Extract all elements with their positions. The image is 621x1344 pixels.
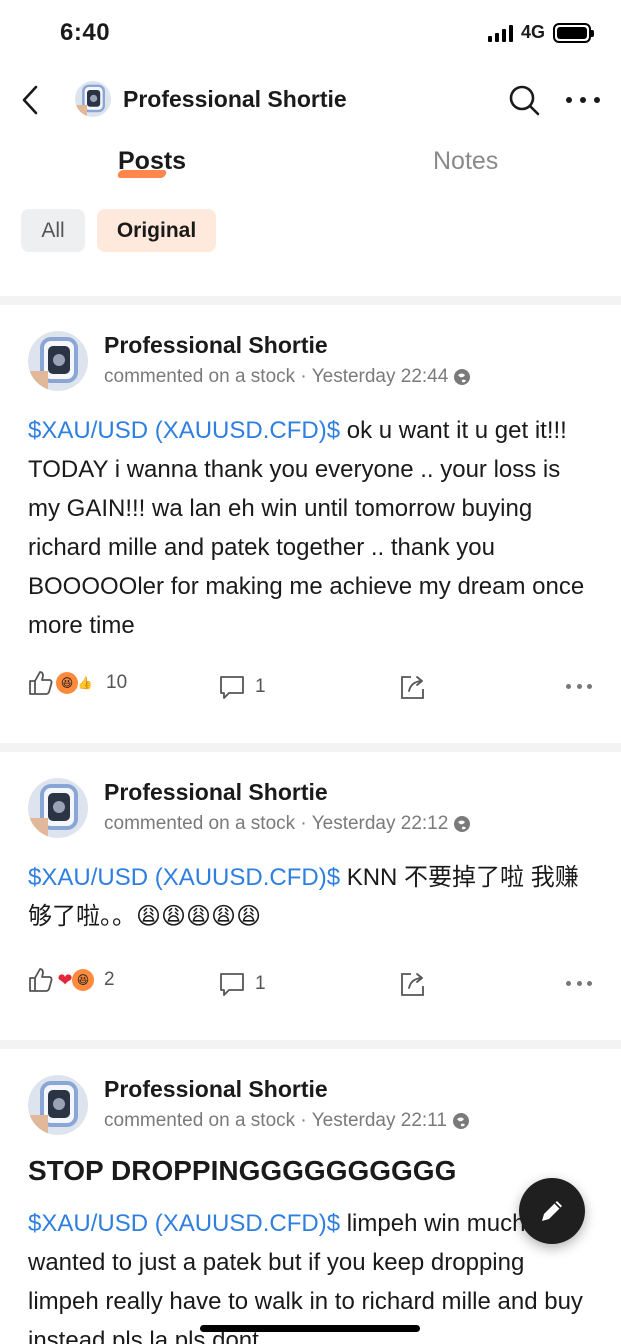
post-content: $XAU/USD (XAUUSD.CFD)$ limpeh win much i… [28, 1204, 598, 1344]
battery-icon [553, 22, 594, 43]
tab-bar: Posts Notes [0, 140, 621, 190]
laugh-icon: 😆 [72, 969, 94, 991]
post-more-icon[interactable] [566, 684, 592, 689]
network-label: 4G [520, 22, 545, 42]
post-author[interactable]: Professional Shortie [104, 779, 328, 806]
like-count: 2 [104, 969, 115, 990]
like-icon [29, 671, 53, 695]
post-meta: commented on a stock · Yesterday 22:12 [104, 813, 471, 835]
post-meta-text: commented on a stock · Yesterday 22:11 [104, 1110, 447, 1131]
watch-avatar-image [28, 331, 88, 391]
comment-button[interactable]: 1 [219, 971, 266, 997]
like-button[interactable]: 😆 👍 10 [28, 670, 127, 696]
back-icon [22, 85, 38, 115]
post-content: $XAU/USD (XAUUSD.CFD)$ KNN 不要掉了啦 我赚够了啦。。… [28, 858, 598, 936]
status-time: 6:40 [60, 19, 111, 46]
watch-avatar-image [75, 81, 111, 117]
back-button[interactable] [14, 82, 46, 118]
pencil-icon [542, 1201, 562, 1221]
share-button[interactable] [399, 970, 427, 1003]
section-divider [0, 743, 621, 752]
tab-notes[interactable]: Notes [433, 147, 498, 176]
comment-count: 1 [255, 676, 266, 697]
post-card[interactable]: Professional Shortie commented on a stoc… [0, 752, 621, 1040]
post-content: $XAU/USD (XAUUSD.CFD)$ ok u want it u ge… [28, 411, 598, 645]
like-count: 10 [106, 672, 128, 693]
post-actions: 😆 👍 10 1 [0, 670, 621, 710]
tab-posts[interactable]: Posts [118, 147, 186, 176]
page-title: Professional Shortie [123, 86, 347, 112]
filter-chips: All Original [21, 209, 216, 252]
search-button[interactable] [506, 82, 542, 118]
search-icon [509, 85, 540, 116]
post-more-icon[interactable] [566, 981, 592, 986]
watch-avatar-image [28, 1075, 88, 1135]
watch-avatar-image [28, 778, 88, 838]
ticker-link[interactable]: $XAU/USD (XAUUSD.CFD)$ [28, 864, 340, 891]
post-card[interactable]: Professional Shortie commented on a stoc… [0, 305, 621, 743]
section-divider [0, 296, 621, 305]
avatar[interactable] [28, 778, 88, 838]
post-meta-text: commented on a stock · Yesterday 22:44 [104, 366, 449, 387]
section-divider [0, 1040, 621, 1049]
filter-original[interactable]: Original [97, 209, 216, 252]
comment-icon [220, 973, 244, 996]
ticker-link[interactable]: $XAU/USD (XAUUSD.CFD)$ [28, 1210, 340, 1237]
thumbs-up-icon: 👍 [77, 676, 93, 690]
more-options-icon[interactable] [566, 92, 600, 108]
share-button[interactable] [399, 673, 427, 706]
avatar[interactable] [28, 1075, 88, 1135]
filter-all[interactable]: All [21, 209, 85, 252]
post-author[interactable]: Professional Shortie [104, 332, 328, 359]
home-indicator [200, 1325, 420, 1332]
signal-icon [487, 24, 513, 42]
post-text: ok u want it u get it!!! TODAY i wanna t… [28, 417, 585, 639]
post-meta: commented on a stock · Yesterday 22:44 [104, 366, 471, 388]
globe-icon [454, 816, 471, 832]
status-bar: 6:40 4G [0, 0, 621, 70]
globe-icon [454, 369, 471, 385]
comment-button[interactable]: 1 [219, 674, 266, 700]
avatar[interactable] [75, 81, 111, 117]
compose-button[interactable] [519, 1178, 585, 1244]
comment-count: 1 [255, 973, 266, 994]
post-title: STOP DROPPINGGGGGGGGGG [28, 1155, 457, 1186]
ticker-link[interactable]: $XAU/USD (XAUUSD.CFD)$ [28, 417, 340, 444]
like-button[interactable]: ❤ 😆 2 [28, 967, 115, 993]
avatar[interactable] [28, 331, 88, 391]
post-meta-text: commented on a stock · Yesterday 22:12 [104, 813, 449, 834]
share-icon [401, 676, 424, 699]
globe-icon [452, 1113, 469, 1129]
post-author[interactable]: Professional Shortie [104, 1076, 328, 1103]
nav-bar: Professional Shortie [0, 70, 621, 130]
share-icon [401, 973, 424, 996]
post-meta: commented on a stock · Yesterday 22:11 [104, 1110, 469, 1132]
status-indicators: 4G [487, 22, 594, 43]
comment-icon [220, 676, 244, 699]
post-actions: ❤ 😆 2 1 [0, 967, 621, 1007]
like-icon [29, 968, 53, 992]
